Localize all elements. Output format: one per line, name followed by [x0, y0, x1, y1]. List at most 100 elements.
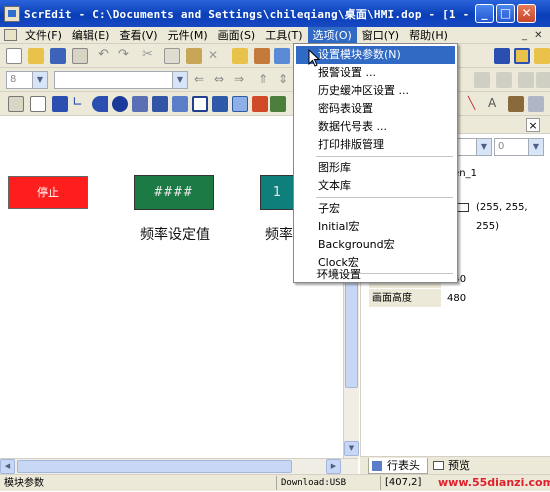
menu-window[interactable]: 窗口(Y) [357, 27, 404, 44]
close-button[interactable]: ✕ [517, 4, 536, 23]
menu-item-password-table[interactable]: 密码表设置 [318, 100, 454, 118]
screen-icon[interactable] [232, 48, 248, 64]
pipe-element-icon[interactable]: ∟ [72, 96, 88, 112]
bar-element-icon[interactable] [52, 96, 68, 112]
menu-item-graphic-library[interactable]: 图形库 [318, 159, 454, 177]
property-value: (255, 255, 255) [476, 202, 528, 232]
menu-separator [316, 156, 453, 157]
menu-item-tag-table[interactable]: 数据代号表 ... [318, 118, 454, 136]
layer-icon[interactable] [536, 72, 550, 88]
alarm-element-icon[interactable] [252, 96, 268, 112]
menu-item-environment[interactable]: 环境设置 [317, 266, 361, 284]
menu-bar: 文件(F) 编辑(E) 查看(V) 元件(M) 画面(S) 工具(T) 选项(O… [0, 26, 550, 44]
copy-icon[interactable] [164, 48, 180, 64]
chevron-down-icon[interactable]: ▼ [476, 139, 491, 155]
menu-element[interactable]: 元件(M) [163, 27, 213, 44]
menu-help[interactable]: 帮助(H) [404, 27, 453, 44]
menu-tools[interactable]: 工具(T) [260, 27, 307, 44]
group-icon[interactable] [514, 48, 530, 64]
frequency-setpoint-label: 频率设定值 [140, 227, 210, 243]
chevron-down-icon[interactable]: ▼ [528, 139, 543, 155]
panel-tabs: 行表头 预览 [360, 456, 550, 474]
menu-screen[interactable]: 画面(S) [213, 27, 261, 44]
compile-icon[interactable] [254, 48, 270, 64]
horizontal-scroll-thumb[interactable] [17, 460, 292, 473]
stop-button[interactable]: 停止 [8, 176, 88, 209]
scroll-down-icon[interactable]: ▼ [344, 441, 359, 456]
chevron-down-icon[interactable]: ▼ [32, 72, 47, 88]
edit-element-icon[interactable] [192, 96, 208, 112]
shape-tool-icon[interactable] [528, 96, 544, 112]
arrow-center-icon[interactable]: ⇔ [214, 72, 230, 88]
text-tool-icon[interactable]: A [488, 96, 504, 112]
cut-icon[interactable]: ✂ [142, 48, 158, 64]
tab-row-header[interactable]: 行表头 [368, 458, 428, 474]
app-icon [4, 5, 20, 22]
download-icon[interactable] [274, 48, 290, 64]
chevron-down-icon[interactable]: ▼ [172, 72, 187, 88]
menu-item-print-layout[interactable]: 打印排版管理 [318, 136, 454, 154]
new-file-icon[interactable] [6, 48, 22, 64]
mdi-controls[interactable]: _ ✕ [522, 30, 546, 42]
character-element-icon[interactable] [152, 96, 168, 112]
preview-icon [433, 461, 444, 470]
tab-preview-label: 预览 [448, 459, 470, 472]
size-icon[interactable] [474, 72, 490, 88]
numeric-element-icon[interactable] [132, 96, 148, 112]
image-tool-icon[interactable] [508, 96, 524, 112]
paste-icon[interactable] [186, 48, 202, 64]
menu-item-initial-macro[interactable]: Initial宏 [318, 218, 454, 236]
value-combo[interactable]: 0 ▼ [494, 138, 544, 156]
redo-icon[interactable]: ↷ [118, 48, 134, 64]
menu-edit[interactable]: 编辑(E) [67, 27, 115, 44]
scroll-left-icon[interactable]: ◀ [0, 459, 15, 474]
table-element-icon[interactable] [232, 96, 248, 112]
tab-preview[interactable]: 预览 [430, 458, 480, 474]
spacing-icon[interactable] [496, 72, 512, 88]
property-row[interactable]: 画面高度 480 [369, 289, 550, 308]
horizontal-scrollbar[interactable]: ◀ ▶ [0, 458, 358, 474]
menu-view[interactable]: 查看(V) [114, 27, 162, 44]
scroll-right-icon[interactable]: ▶ [326, 459, 341, 474]
arrow-right-icon[interactable]: ⇒ [234, 72, 250, 88]
minimize-button[interactable]: _ [475, 4, 494, 23]
delete-icon[interactable]: ✕ [208, 48, 224, 64]
open-folder-icon[interactable] [28, 48, 44, 64]
arrow-up-icon[interactable]: ⇑ [258, 72, 274, 88]
trend-element-icon[interactable] [212, 96, 228, 112]
ungroup-icon[interactable] [534, 48, 550, 64]
align-icon[interactable] [494, 48, 510, 64]
property-value: 480 [447, 293, 467, 304]
toolbar-format: 8 ▼ ▼ ⇐ ⇔ ⇒ ⇑ ⇕ [0, 68, 550, 92]
panel-close-button[interactable]: × [526, 118, 540, 132]
graph-element-icon[interactable] [172, 96, 188, 112]
menu-item-history-buffer[interactable]: 历史缓冲区设置 ... [318, 82, 454, 100]
order-icon[interactable] [518, 72, 534, 88]
maximize-button[interactable]: □ [496, 4, 515, 23]
menu-options[interactable]: 选项(O) [307, 26, 357, 44]
cursor-coordinates: [407,2] [380, 476, 434, 490]
menu-item-text-library[interactable]: 文本库 [318, 177, 454, 195]
font-combo[interactable]: ▼ [54, 71, 188, 89]
font-size-combo[interactable]: 8 ▼ [6, 71, 48, 89]
undo-icon[interactable]: ↶ [98, 48, 114, 64]
title-bar: ScrEdit - C:\Documents and Settings\chil… [0, 0, 550, 27]
arrow-left-icon[interactable]: ⇐ [194, 72, 210, 88]
indicator-element-icon[interactable] [112, 96, 128, 112]
button-element-icon[interactable] [8, 96, 24, 112]
arrow-vcenter-icon[interactable]: ⇕ [278, 72, 294, 88]
history-element-icon[interactable] [270, 96, 286, 112]
pie-element-icon[interactable] [92, 96, 108, 112]
frequency-label: 频率 [265, 227, 293, 243]
save-icon[interactable] [50, 48, 66, 64]
frequency-setpoint-display[interactable]: #### [134, 175, 214, 210]
meter-element-icon[interactable] [30, 96, 46, 112]
menu-file[interactable]: 文件(F) [20, 27, 67, 44]
save-all-icon[interactable] [72, 48, 88, 64]
menu-item-sub-macro[interactable]: 子宏 [318, 200, 454, 218]
line-tool-icon[interactable]: ╲ [468, 96, 484, 112]
menu-item-background-macro[interactable]: Background宏 [318, 236, 454, 254]
menu-item-alarm-settings[interactable]: 报警设置 ... [318, 64, 454, 82]
tab-row-header-label: 行表头 [387, 459, 420, 472]
frequency-display[interactable]: 1 [260, 175, 294, 210]
